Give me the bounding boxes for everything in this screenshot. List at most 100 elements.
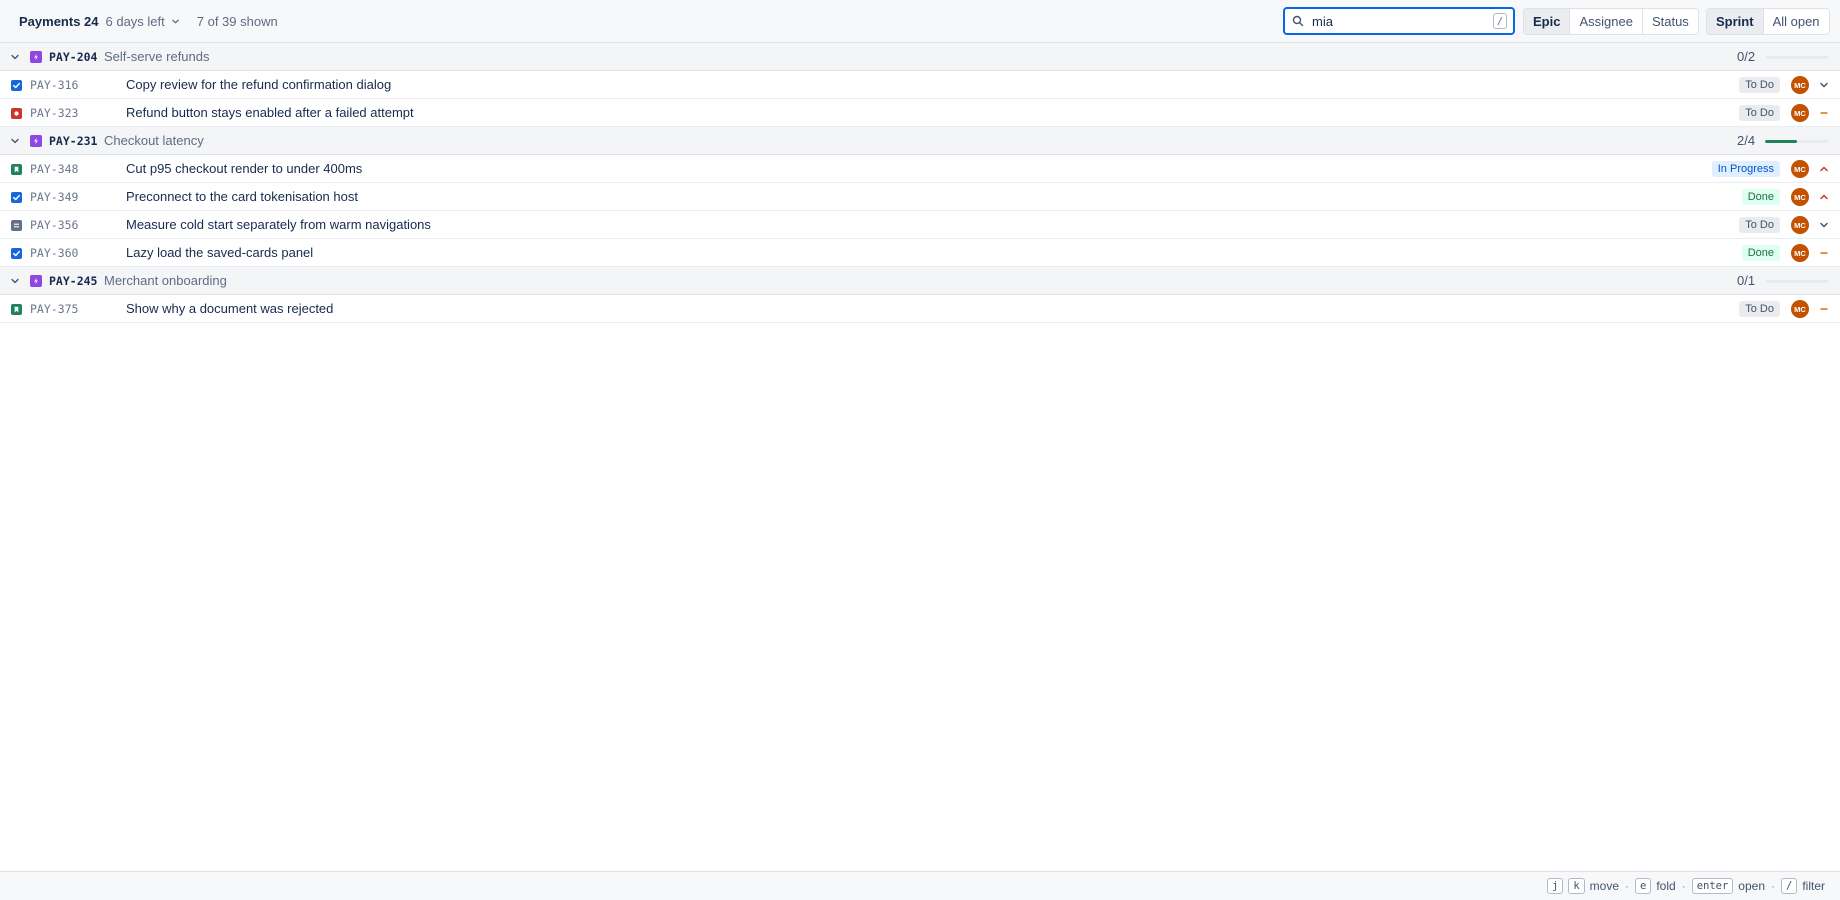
status-badge[interactable]: To Do (1739, 77, 1780, 93)
shortcut-label: fold (1656, 879, 1676, 893)
status-badge[interactable]: To Do (1739, 217, 1780, 233)
group-by-epic[interactable]: Epic (1524, 9, 1571, 34)
avatar[interactable]: MC (1791, 160, 1809, 178)
search-shortcut-hint: / (1493, 13, 1507, 29)
search-input[interactable] (1312, 13, 1492, 29)
task-icon (11, 192, 22, 203)
epic-progress-count: 0/1 (1737, 273, 1756, 288)
epic-progress-fill (1765, 140, 1797, 143)
epic-key[interactable]: PAY-204 (49, 50, 97, 64)
shortcut-key: j (1547, 878, 1564, 894)
issue-summary[interactable]: Lazy load the saved-cards panel (126, 245, 313, 260)
issue-row[interactable]: PAY-349 Preconnect to the card tokenisati… (0, 183, 1840, 211)
group-by-status[interactable]: Status (1643, 9, 1698, 34)
chevron-down-icon (171, 19, 179, 23)
days-left-dropdown[interactable]: 6 days left (106, 14, 180, 29)
issue-row[interactable]: PAY-375 Show why a document was rejected T… (0, 295, 1840, 323)
epic-row[interactable]: PAY-245 Merchant onboarding 0/1 (0, 267, 1840, 295)
issue-summary[interactable]: Measure cold start separately from warm … (126, 217, 431, 232)
chevron-down-icon[interactable] (9, 135, 21, 147)
search-box[interactable]: / (1283, 7, 1515, 35)
shown-count: 7 of 39 shown (196, 13, 278, 29)
avatar[interactable]: MC (1791, 188, 1809, 206)
issue-key[interactable]: PAY-323 (30, 106, 78, 120)
scope-sprint[interactable]: Sprint (1707, 9, 1764, 34)
epic-progress-bar (1765, 140, 1829, 143)
epic-progress-bar (1765, 56, 1829, 59)
shortcut-label: move (1589, 879, 1619, 893)
task-icon (11, 248, 22, 259)
group-by-assignee[interactable]: Assignee (1570, 9, 1643, 34)
epic-name: Self-serve refunds (104, 49, 210, 64)
avatar[interactable]: MC (1791, 300, 1809, 318)
priority-low-icon (1818, 219, 1830, 231)
priority-medium-icon (1818, 107, 1830, 119)
task-icon (11, 80, 22, 91)
avatar[interactable]: MC (1791, 76, 1809, 94)
search-icon (1292, 15, 1304, 27)
scope-all-open[interactable]: All open (1764, 9, 1829, 34)
priority-medium-icon (1818, 303, 1830, 315)
shortcut-label: filter (1802, 879, 1825, 893)
story-icon (11, 164, 22, 175)
epic-name: Merchant onboarding (104, 273, 227, 288)
scope-toggle: Sprint All open (1706, 8, 1830, 35)
issue-key[interactable]: PAY-375 (30, 302, 78, 316)
status-badge[interactable]: To Do (1739, 105, 1780, 121)
priority-high-icon (1818, 191, 1830, 203)
status-badge[interactable]: In Progress (1711, 161, 1780, 177)
status-badge[interactable]: Done (1741, 189, 1780, 205)
avatar[interactable]: MC (1791, 104, 1809, 122)
shortcut-key: enter (1691, 878, 1734, 894)
top-bar: Payments 24 6 days left 7 of 39 shown / … (0, 0, 1840, 43)
epic-progress-bar (1765, 280, 1829, 283)
epic-row[interactable]: PAY-231 Checkout latency 2/4 (0, 127, 1840, 155)
hint-separator: · (1681, 879, 1686, 893)
shortcut-key: k (1568, 878, 1585, 894)
issue-list: PAY-204 Self-serve refunds 0/2 PAY-316 Copy … (0, 43, 1840, 323)
epic-row[interactable]: PAY-204 Self-serve refunds 0/2 (0, 43, 1840, 71)
issue-row[interactable]: PAY-356 Measure cold start separately fro… (0, 211, 1840, 239)
issue-key[interactable]: PAY-348 (30, 162, 78, 176)
avatar[interactable]: MC (1791, 244, 1809, 262)
epic-key[interactable]: PAY-245 (49, 274, 97, 288)
chevron-down-icon[interactable] (9, 275, 21, 287)
avatar[interactable]: MC (1791, 216, 1809, 234)
keyboard-hints: j k move · e fold · enter open · / filter (0, 871, 1840, 900)
lightning-icon (30, 135, 42, 147)
priority-low-icon (1818, 79, 1830, 91)
bug-icon (11, 108, 22, 119)
lightning-icon (30, 51, 42, 63)
issue-row[interactable]: PAY-348 Cut p95 checkout render to under … (0, 155, 1840, 183)
status-badge[interactable]: To Do (1739, 301, 1780, 317)
shortcut-key: / (1781, 878, 1798, 894)
issue-summary[interactable]: Refund button stays enabled after a fail… (126, 105, 414, 120)
epic-name: Checkout latency (104, 133, 204, 148)
chevron-down-icon[interactable] (9, 51, 21, 63)
issue-row[interactable]: PAY-360 Lazy load the saved-cards panel Do… (0, 239, 1840, 267)
issue-row[interactable]: PAY-316 Copy review for the refund confir… (0, 71, 1840, 99)
epic-key[interactable]: PAY-231 (49, 134, 97, 148)
priority-medium-icon (1818, 247, 1830, 259)
story-icon (11, 304, 22, 315)
lightning-icon (30, 275, 42, 287)
issue-key[interactable]: PAY-349 (30, 190, 78, 204)
issue-summary[interactable]: Copy review for the refund confirmation … (126, 77, 391, 92)
issue-summary[interactable]: Preconnect to the card tokenisation host (126, 189, 358, 204)
group-by-toggle: Epic Assignee Status (1523, 8, 1699, 35)
issue-row[interactable]: PAY-323 Refund button stays enabled after… (0, 99, 1840, 127)
epic-progress-count: 2/4 (1737, 133, 1756, 148)
epic-progress-count: 0/2 (1737, 49, 1756, 64)
status-badge[interactable]: Done (1741, 245, 1780, 261)
issue-key[interactable]: PAY-360 (30, 246, 78, 260)
issue-summary[interactable]: Show why a document was rejected (126, 301, 333, 316)
shortcut-key: e (1635, 878, 1652, 894)
days-left-label: 6 days left (105, 13, 165, 29)
subtask-icon (11, 220, 22, 231)
issue-summary[interactable]: Cut p95 checkout render to under 400ms (126, 161, 362, 176)
issue-key[interactable]: PAY-316 (30, 78, 78, 92)
priority-high-icon (1818, 163, 1830, 175)
issue-key[interactable]: PAY-356 (30, 218, 78, 232)
hint-separator: · (1771, 879, 1775, 893)
hint-separator: · (1625, 879, 1629, 893)
